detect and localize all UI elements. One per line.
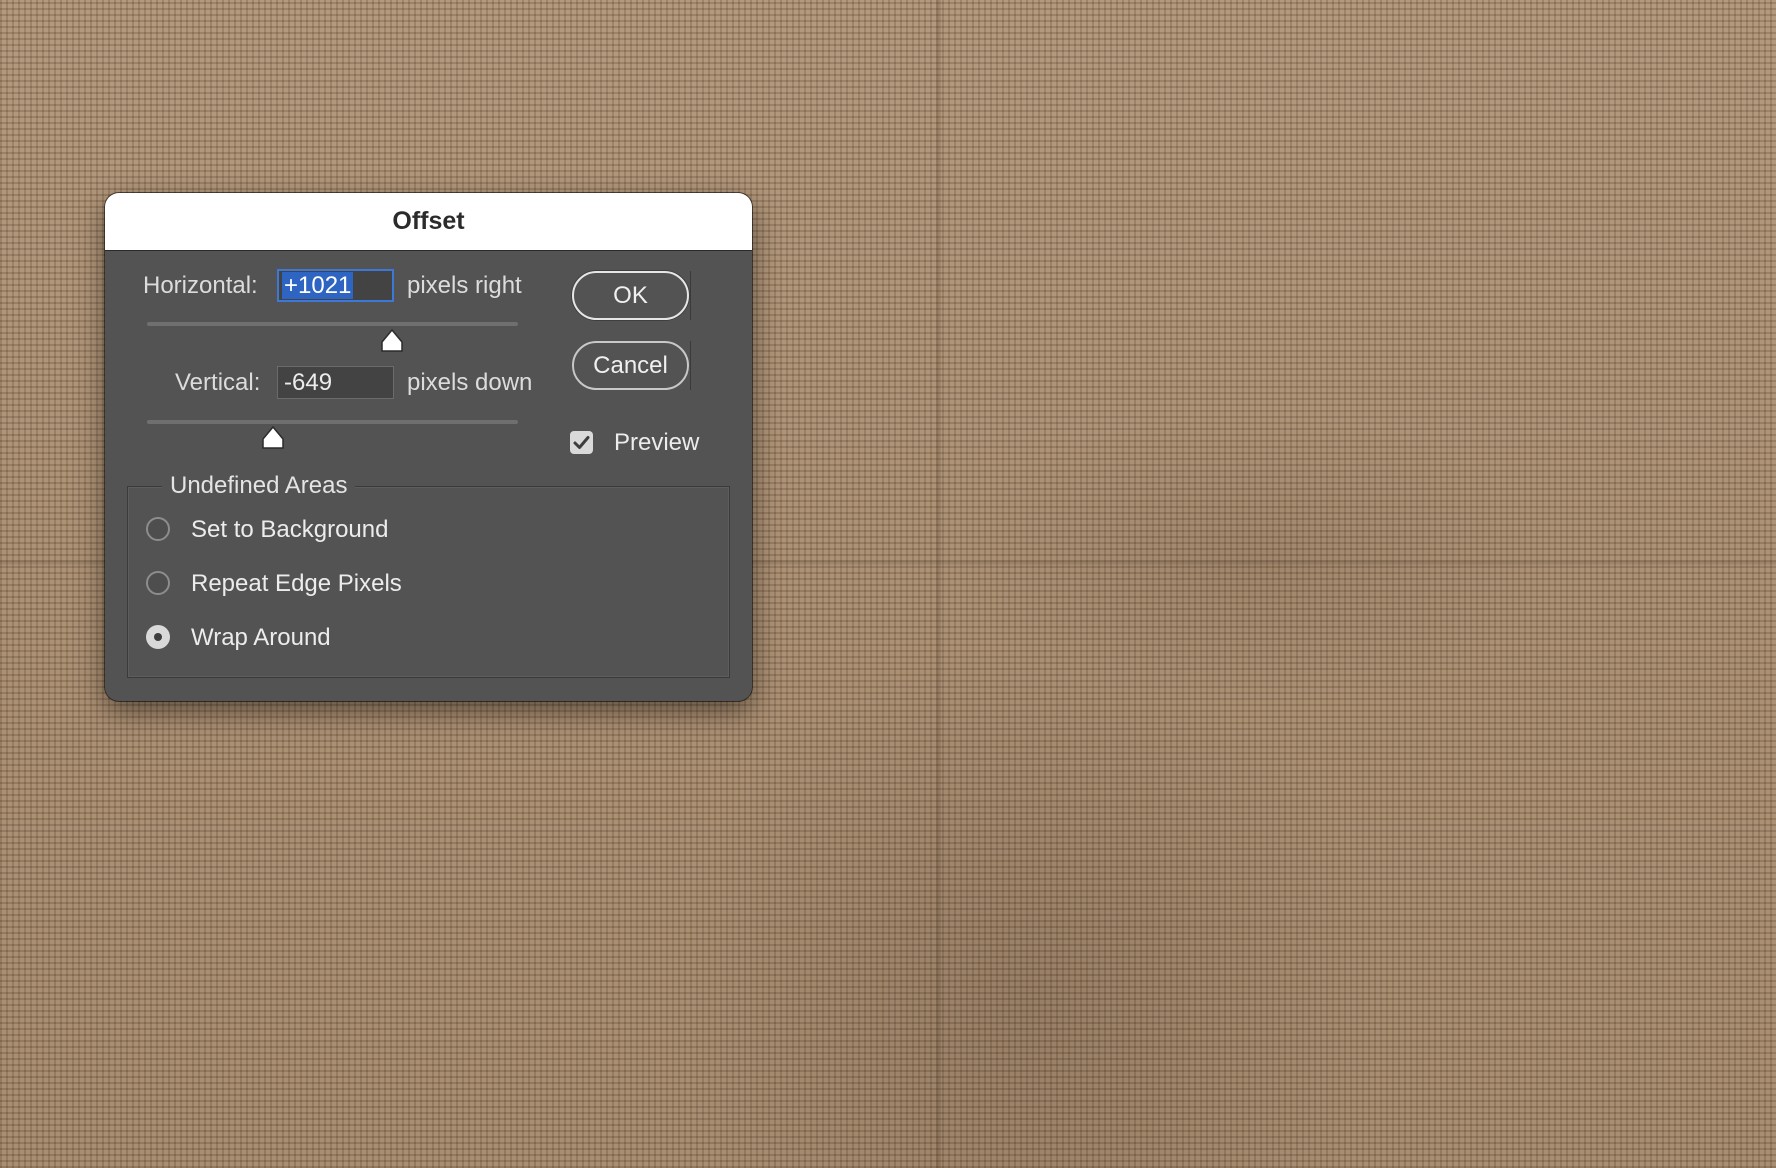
horizontal-input[interactable]: +1021	[277, 269, 394, 302]
horizontal-slider-thumb[interactable]	[379, 328, 405, 354]
vertical-input[interactable]: -649	[277, 366, 394, 399]
preview-checkbox[interactable]	[570, 431, 593, 454]
horizontal-input-value: +1021	[282, 272, 354, 299]
set-to-background-label[interactable]: Set to Background	[191, 516, 388, 544]
horizontal-slider-track[interactable]	[147, 322, 518, 326]
preview-label[interactable]: Preview	[614, 429, 699, 457]
offset-dialog: Offset Horizontal: +1021 pixels right Ve…	[105, 193, 752, 701]
vertical-slider-track[interactable]	[147, 420, 518, 424]
vertical-label: Vertical:	[175, 369, 261, 396]
radio-wrap-around[interactable]	[146, 625, 170, 649]
radio-repeat-edge-pixels[interactable]	[146, 571, 170, 595]
cancel-button[interactable]: Cancel	[572, 341, 689, 390]
horizontal-unit-label: pixels right	[407, 272, 522, 299]
undefined-areas-legend: Undefined Areas	[162, 469, 356, 503]
burlap-seam-vertical	[936, 0, 941, 1168]
cancel-button-edge	[690, 341, 691, 390]
repeat-edge-pixels-label[interactable]: Repeat Edge Pixels	[191, 570, 402, 598]
ok-button[interactable]: OK	[572, 271, 689, 320]
wrap-around-label[interactable]: Wrap Around	[191, 624, 331, 652]
radio-set-to-background[interactable]	[146, 517, 170, 541]
vertical-unit-label: pixels down	[407, 369, 533, 396]
vertical-input-value: -649	[284, 369, 333, 396]
horizontal-label: Horizontal:	[143, 272, 258, 299]
vertical-slider-thumb[interactable]	[260, 425, 286, 451]
ok-button-edge	[690, 271, 691, 320]
checkmark-icon	[573, 436, 590, 449]
dialog-title: Offset	[105, 193, 752, 251]
